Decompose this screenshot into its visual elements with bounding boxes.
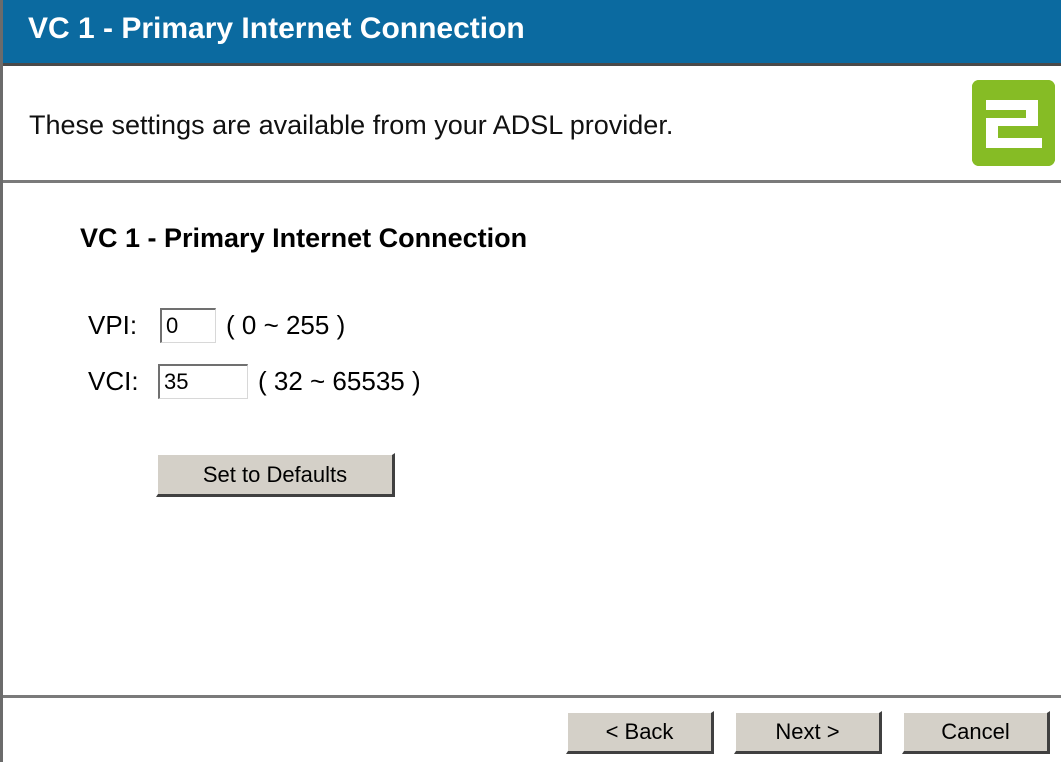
next-button[interactable]: Next >: [734, 711, 882, 754]
vci-range-hint: ( 32 ~ 65535 ): [258, 365, 421, 396]
wizard-frame: VC 1 - Primary Internet Connection These…: [0, 0, 1061, 762]
cancel-button[interactable]: Cancel: [902, 711, 1050, 754]
page-title: VC 1 - Primary Internet Connection: [28, 12, 525, 45]
footer-bar: < Back Next > Cancel: [3, 695, 1061, 762]
vpi-input[interactable]: [160, 307, 216, 343]
back-button[interactable]: < Back: [566, 711, 714, 754]
vpi-row: VPI: ( 0 ~ 255 ): [88, 305, 345, 345]
title-bar: VC 1 - Primary Internet Connection: [3, 0, 1061, 66]
vci-label: VCI:: [88, 365, 139, 396]
brand-logo-glyph: [972, 80, 1055, 166]
vci-input[interactable]: [158, 363, 248, 399]
info-strip: These settings are available from your A…: [3, 66, 1061, 183]
vci-row: VCI: ( 32 ~ 65535 ): [88, 361, 421, 401]
info-text: These settings are available from your A…: [29, 110, 674, 140]
section-title: VC 1 - Primary Internet Connection: [80, 223, 528, 253]
content-panel: VC 1 - Primary Internet Connection VPI: …: [3, 183, 1061, 695]
brand-logo-icon: [972, 80, 1055, 166]
vpi-label: VPI:: [88, 309, 138, 340]
vpi-range-hint: ( 0 ~ 255 ): [226, 309, 346, 340]
set-defaults-button[interactable]: Set to Defaults: [156, 453, 395, 497]
